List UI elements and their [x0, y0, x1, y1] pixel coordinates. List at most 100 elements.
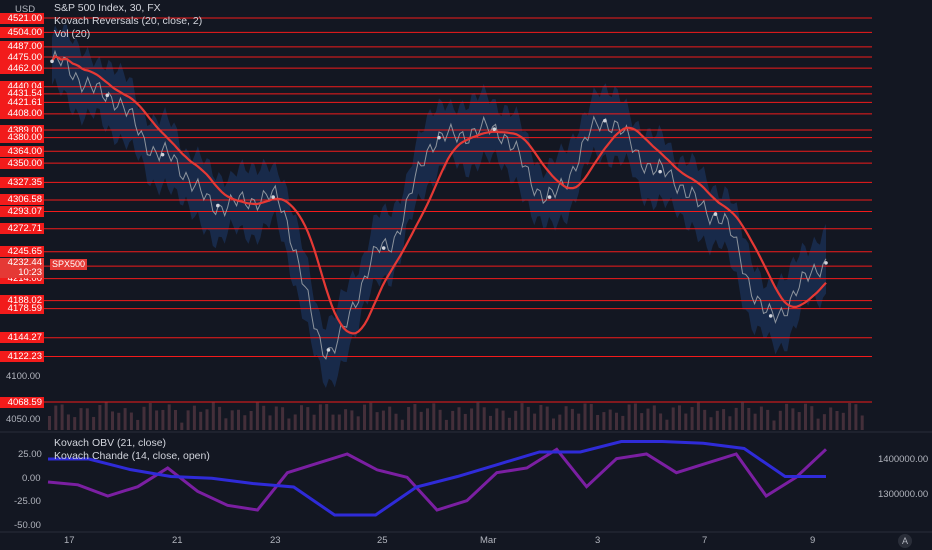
volume-bar [615, 412, 618, 430]
volume-bar [627, 404, 631, 430]
volume-bar [388, 406, 392, 430]
price-point [216, 203, 220, 208]
price-point [492, 127, 497, 131]
volume-bar [142, 406, 146, 430]
volume-bar [237, 409, 240, 430]
price-chart[interactable] [0, 0, 932, 550]
obv-tick-1300000: 1300000.00 [878, 489, 929, 500]
volume-bar [659, 413, 663, 430]
volume-bar [778, 410, 782, 430]
volume-bar [230, 410, 234, 430]
volume-bar [722, 409, 726, 430]
volume-bar [495, 408, 499, 430]
volume-bar [350, 410, 354, 430]
volume-bar [129, 412, 133, 430]
volume-bar [426, 408, 429, 430]
volume-bar [804, 403, 807, 430]
volume-bar [381, 410, 385, 430]
volume-bar [400, 419, 404, 430]
volume-bar [791, 408, 795, 430]
volume-bar [558, 414, 562, 430]
level-label: 4350.00 [0, 157, 44, 169]
volume-bar [696, 402, 700, 430]
volume-bar [337, 414, 341, 430]
price-point [105, 93, 110, 98]
price-point [547, 195, 552, 199]
price-point [50, 59, 54, 64]
chart-window: S&P 500 Index, 30, FX Kovach Reversals (… [0, 0, 932, 550]
date-tick-mar: Mar [480, 535, 497, 546]
volume-bar [312, 414, 316, 430]
volume-bar [155, 410, 159, 430]
volume-bar [646, 408, 650, 430]
level-label: 4380.00 [0, 132, 44, 144]
last-price-tag[interactable]: 4232.44 10:23 [0, 258, 44, 278]
price-tick-4050: 4050.00 [6, 414, 41, 425]
price-point [658, 169, 662, 174]
volume-bar [161, 409, 165, 430]
price-point [271, 195, 275, 199]
date-tick-21: 21 [172, 535, 183, 546]
volume-bar [489, 415, 492, 430]
level-label: 4306.58 [0, 194, 44, 206]
legend-vol: Vol (20) [54, 28, 91, 40]
date-tick-23: 23 [270, 535, 281, 546]
level-label: 4462.00 [0, 62, 44, 74]
moving-average-line [51, 55, 827, 335]
level-label: 4327.35 [0, 176, 44, 188]
volume-bar [514, 410, 518, 430]
volume-bar [470, 408, 474, 430]
volume-bar [596, 414, 600, 430]
volume-bar [816, 418, 820, 430]
volume-bar [678, 405, 681, 430]
obv-tick-1400000: 1400000.00 [878, 454, 929, 465]
date-tick-9: 9 [810, 535, 816, 546]
legend-main: S&P 500 Index, 30, FX [54, 2, 161, 14]
volume-bar [810, 406, 814, 430]
price-point [824, 261, 828, 265]
volume-bar [111, 411, 114, 430]
volume-bar [123, 408, 127, 430]
volume-bar [570, 408, 574, 430]
volume-bar [829, 407, 833, 430]
date-tick-7: 7 [702, 535, 708, 546]
volume-bar [451, 410, 455, 430]
level-label: 4364.00 [0, 145, 44, 157]
level-label: 4068.59 [0, 396, 44, 408]
level-label: 4421.61 [0, 96, 44, 108]
volume-bar [174, 409, 177, 430]
volume-bar [438, 409, 442, 430]
volatility-band [52, 24, 826, 388]
volume-bar [665, 419, 669, 430]
volume-bar [589, 403, 593, 430]
volume-bar [860, 415, 864, 430]
chande-tick-neg25: -25.00 [14, 496, 41, 507]
auto-scale-button[interactable]: A [898, 534, 912, 548]
volume-bar [394, 413, 398, 430]
volume-bar [444, 419, 448, 430]
volume-bar [92, 416, 96, 430]
volume-bar [671, 407, 675, 430]
volume-bar [835, 410, 839, 430]
volume-bar [741, 402, 744, 430]
volume-bar [476, 402, 480, 430]
volume-bar [192, 405, 196, 430]
legend-obv: Kovach OBV (21, close) [54, 437, 167, 449]
volume-bar [306, 407, 310, 430]
volume-bar [205, 409, 209, 430]
level-label: 4475.00 [0, 51, 44, 63]
level-label: 4122.23 [0, 350, 44, 362]
volume-bar [848, 403, 852, 430]
price-point [768, 314, 773, 318]
level-label: 4408.00 [0, 108, 44, 120]
volume-bar [539, 404, 543, 430]
volume-bar [608, 409, 612, 430]
chande-tick-25: 25.00 [18, 449, 42, 460]
volume-bar [73, 417, 77, 430]
volume-bar [363, 404, 366, 430]
volume-bar [243, 415, 247, 430]
volume-bar [66, 414, 70, 430]
price-point [603, 118, 607, 123]
volume-bar [715, 410, 719, 430]
volume-bar [249, 410, 253, 430]
